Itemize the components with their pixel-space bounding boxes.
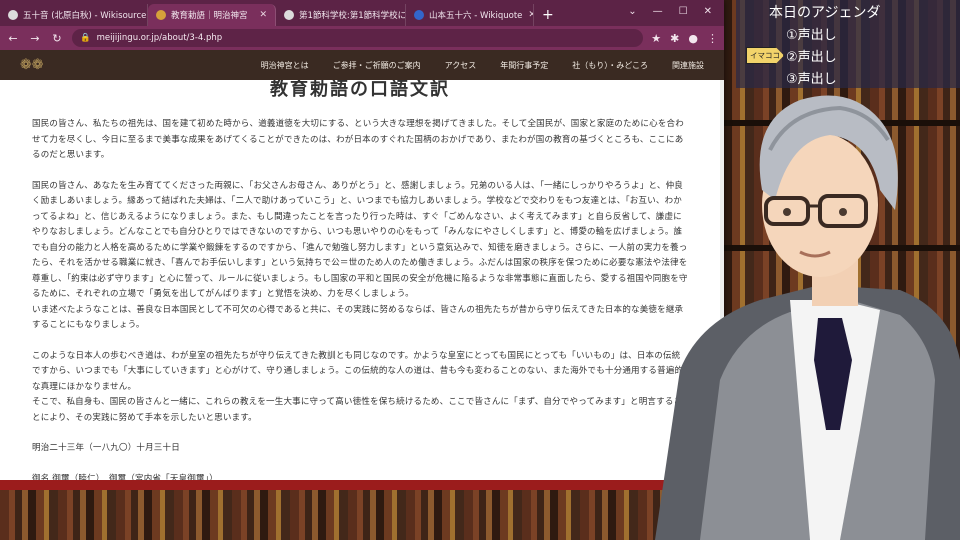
tab-title: 第1節科学校:第1節科学校につい [299, 11, 406, 21]
address-bar[interactable]: 🔒 meijijingu.or.jp/about/3-4.php [72, 29, 644, 47]
paragraph: このような日本人の歩むべき道は、わが皇室の祖先たちが守り伝えてきた教訓とも同じな… [32, 350, 684, 423]
tab-title: 教育勅語｜明治神宮 [171, 11, 248, 21]
extensions-icon[interactable]: ✱ [670, 32, 679, 45]
site-nav: 明治神宮とは ご参拝・ご祈願のご案内 アクセス 年間行事予定 社（もり）・みどこ… [249, 60, 724, 71]
scrollbar[interactable] [720, 80, 724, 480]
footer-band [0, 480, 724, 490]
agenda-item: ②声出し [786, 50, 837, 65]
site-header: ❁❁ 明治神宮とは ご参拝・ご祈願のご案内 アクセス 年間行事予定 社（もり）・… [0, 50, 724, 80]
close-icon[interactable]: ✕ [522, 10, 533, 20]
tab-wikisource[interactable]: 五十音 (北原白秋) - Wikisource ✕ [0, 4, 148, 26]
paragraph: 国民の皆さん、あなたを生み育ててくださった両親に、「お父さんお母さん、ありがとう… [32, 180, 688, 331]
agenda-item: ③声出し [786, 72, 837, 87]
address-toolbar: ← → ↻ 🔒 meijijingu.or.jp/about/3-4.php ★… [0, 26, 724, 50]
maximize-icon[interactable]: ☐ [679, 6, 688, 17]
tab-strip: 五十音 (北原白秋) - Wikisource ✕ 教育勅語｜明治神宮 ✕ 第1… [0, 0, 724, 26]
nav-about[interactable]: 明治神宮とは [249, 60, 321, 71]
agenda-title: 本日のアジェンダ [769, 5, 881, 21]
wiki-favicon-icon [284, 10, 294, 20]
forward-arrow-icon[interactable]: → [28, 32, 42, 45]
nav-facilities[interactable]: 関連施設 [660, 60, 716, 71]
tab-meiji-jingu[interactable]: 教育勅語｜明治神宮 ✕ [148, 4, 276, 26]
nav-forest[interactable]: 社（もり）・みどころ [560, 60, 660, 71]
date-line: 明治二十三年（一八九〇）十月三十日 [32, 443, 180, 453]
reload-icon[interactable]: ↻ [50, 32, 64, 45]
window-controls: ⌄ — ☐ ✕ [628, 0, 724, 22]
wikisource-favicon-icon [8, 10, 18, 20]
new-tab-button[interactable]: + [534, 4, 562, 26]
paragraph: 国民の皆さん、私たちの祖先は、国を建て初めた時から、道義道徳を大切にする、という… [32, 119, 684, 160]
tab-wikiquote[interactable]: 山本五十六 - Wikiquote ✕ [406, 4, 534, 26]
tab-science-school[interactable]: 第1節科学校:第1節科学校につい ✕ [276, 4, 406, 26]
nav-visit[interactable]: ご参拝・ご祈願のご案内 [321, 60, 433, 71]
page-content: 教育勅語の口語文訳 国民の皆さん、私たちの祖先は、国を建て初めた時から、道義道徳… [0, 80, 720, 480]
meiji-favicon-icon [156, 10, 166, 20]
profile-avatar-icon[interactable]: ● [688, 32, 698, 45]
star-icon[interactable]: ★ [651, 32, 661, 45]
menu-icon[interactable]: ⋮ [707, 32, 718, 45]
tab-title: 五十音 (北原白秋) - Wikisource [23, 11, 147, 21]
minimize-icon[interactable]: — [653, 6, 663, 17]
page-title: 教育勅語の口語文訳 [270, 80, 450, 100]
browser-window: 五十音 (北原白秋) - Wikisource ✕ 教育勅語｜明治神宮 ✕ 第1… [0, 0, 724, 480]
url-text: meijijingu.or.jp/about/3-4.php [96, 33, 223, 43]
toolbar-actions: ★ ✱ ● ⋮ [651, 32, 718, 45]
nav-access[interactable]: アクセス [433, 60, 489, 71]
tab-title: 山本五十六 - Wikiquote [429, 11, 523, 21]
back-arrow-icon[interactable]: ← [6, 32, 20, 45]
close-icon[interactable]: ✕ [253, 10, 267, 20]
agenda-item: ①声出し [786, 28, 837, 43]
wikiquote-favicon-icon [414, 10, 424, 20]
lock-icon: 🔒 [80, 33, 91, 43]
close-window-icon[interactable]: ✕ [704, 6, 712, 17]
partial-line: 御名 御璽（睦仁） 御璽（宮内省「天皇御璽」） [32, 473, 218, 481]
chevron-down-icon[interactable]: ⌄ [628, 6, 636, 17]
nav-events[interactable]: 年間行事予定 [488, 60, 560, 71]
meiji-logo-icon[interactable]: ❁❁ [20, 55, 56, 75]
